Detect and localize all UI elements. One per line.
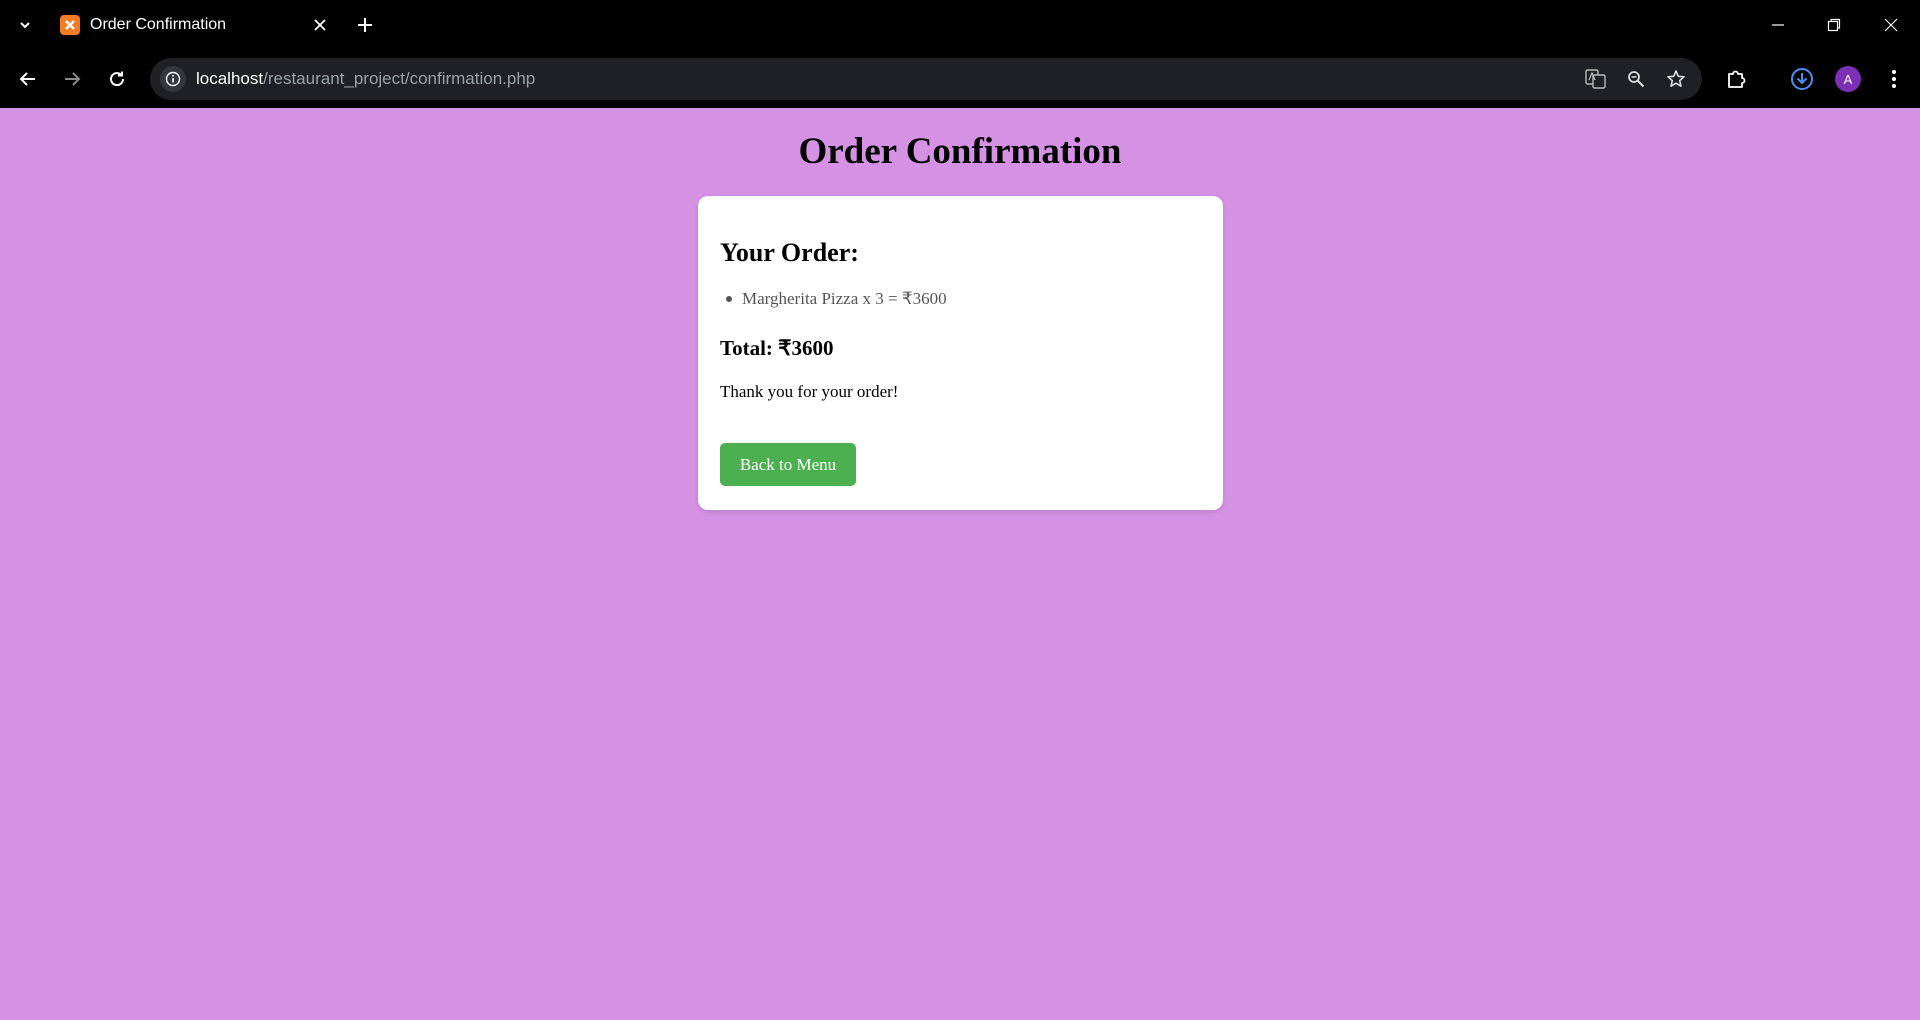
info-icon <box>165 71 181 87</box>
address-bar[interactable]: localhost/restaurant_project/confirmatio… <box>150 58 1702 100</box>
minimize-button[interactable] <box>1762 9 1794 41</box>
browser-toolbar: localhost/restaurant_project/confirmatio… <box>0 50 1920 108</box>
url-path: /restaurant_project/confirmation.php <box>263 69 536 88</box>
zoom-icon <box>1628 71 1645 88</box>
downloads-button[interactable] <box>1788 65 1816 93</box>
plus-icon <box>358 18 372 32</box>
url-host: localhost <box>196 69 264 88</box>
puzzle-icon <box>1728 70 1746 88</box>
download-icon <box>1791 68 1813 90</box>
order-heading: Your Order: <box>720 238 859 267</box>
browser-titlebar: Order Confirmation <box>0 0 1920 50</box>
arrow-left-icon <box>19 72 35 86</box>
forward-button[interactable] <box>58 65 86 93</box>
star-icon <box>1667 70 1685 87</box>
back-button[interactable] <box>14 65 42 93</box>
browser-tab[interactable]: Order Confirmation <box>50 7 340 43</box>
tab-title: Order Confirmation <box>90 16 227 33</box>
restore-icon <box>1827 18 1841 32</box>
tab-search-button[interactable] <box>12 12 38 38</box>
page-title: Order Confirmation <box>798 131 1122 172</box>
minimize-icon <box>1772 24 1784 26</box>
browser-menu-button[interactable] <box>1880 65 1908 93</box>
thank-you-message: Thank you for your order! <box>720 382 899 401</box>
back-to-menu-button[interactable]: Back to Menu <box>720 443 856 486</box>
reload-button[interactable] <box>103 65 131 93</box>
translate-icon <box>1585 69 1606 89</box>
reload-icon <box>110 71 125 87</box>
order-item-text: Margherita Pizza x 3 = ₹3600 <box>742 289 947 308</box>
url-text: localhost/restaurant_project/confirmatio… <box>196 69 1582 89</box>
extensions-button[interactable] <box>1722 65 1750 93</box>
bookmark-button[interactable] <box>1662 65 1690 93</box>
profile-avatar[interactable]: A <box>1835 66 1861 92</box>
bullet-icon <box>726 296 732 302</box>
close-window-button[interactable] <box>1875 9 1907 41</box>
close-tab-button[interactable] <box>308 13 332 37</box>
new-tab-button[interactable] <box>352 12 378 38</box>
close-icon <box>1884 18 1898 32</box>
arrow-right-icon <box>65 72 81 86</box>
site-info-button[interactable] <box>160 66 186 92</box>
kebab-menu-icon <box>1892 70 1896 88</box>
order-items-list: Margherita Pizza x 3 = ₹3600 <box>720 289 947 309</box>
restore-button[interactable] <box>1818 9 1850 41</box>
chevron-down-icon <box>20 22 30 29</box>
order-card: Your Order: Margherita Pizza x 3 = ₹3600… <box>698 196 1223 510</box>
list-item: Margherita Pizza x 3 = ₹3600 <box>720 289 947 309</box>
xampp-icon <box>60 15 80 35</box>
close-icon <box>314 19 326 31</box>
translate-button[interactable] <box>1582 65 1610 93</box>
order-total: Total: ₹3600 <box>720 336 834 360</box>
zoom-button[interactable] <box>1622 65 1650 93</box>
